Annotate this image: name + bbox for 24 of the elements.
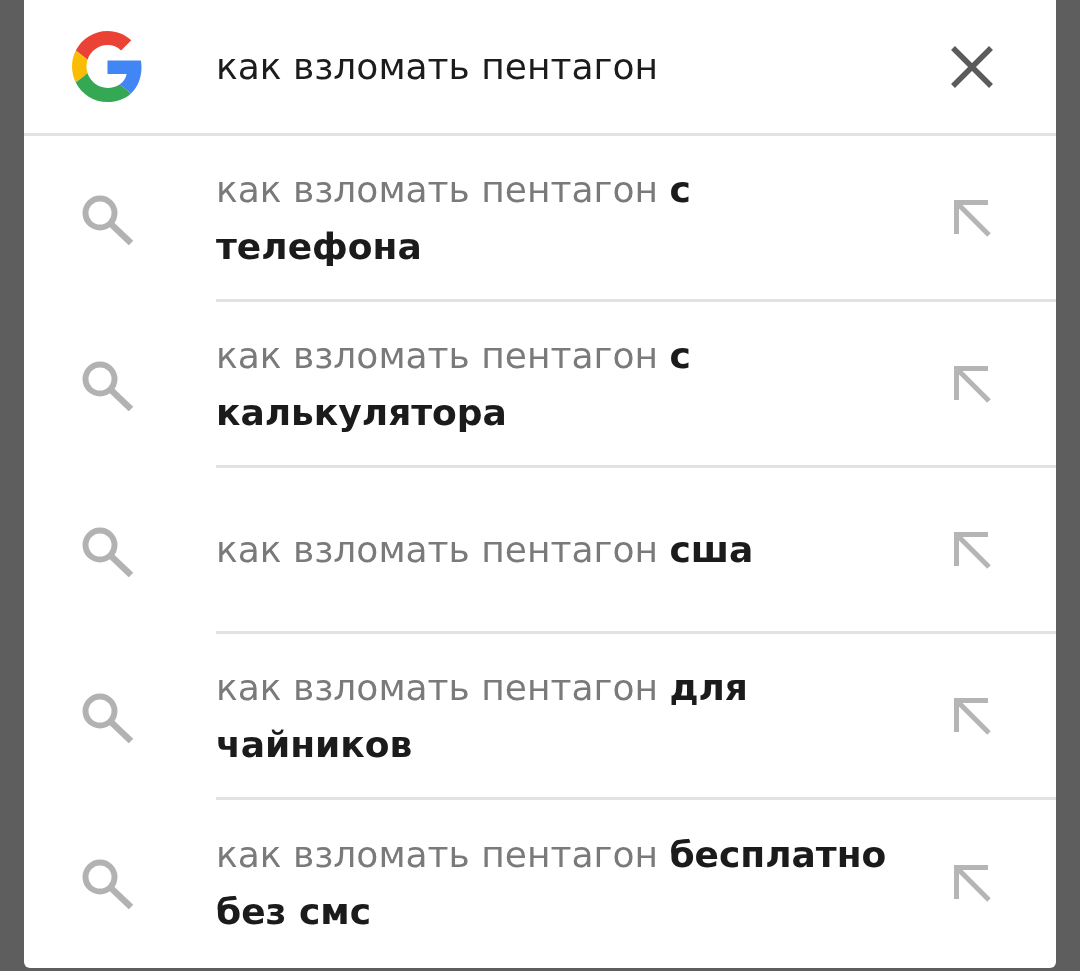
arrow-up-left-icon <box>952 363 992 404</box>
search-icon <box>80 857 134 909</box>
insert-suggestion-button[interactable] <box>952 197 992 238</box>
insert-suggestion-button[interactable] <box>952 529 992 570</box>
search-field[interactable]: как взломать пентагон <box>216 36 920 97</box>
suggestion-text[interactable]: как взломать пентагон сша <box>216 521 896 578</box>
search-icon <box>80 359 134 411</box>
suggestion-text[interactable]: как взломать пентагон для чайников <box>216 658 896 773</box>
arrow-up-left-icon <box>952 863 992 903</box>
close-icon <box>950 44 994 89</box>
search-icon <box>80 193 134 245</box>
arrow-up-left-icon <box>952 529 992 570</box>
suggestion-text[interactable]: как взломать пентагон с телефона <box>216 160 896 275</box>
insert-suggestion-button[interactable] <box>952 363 992 404</box>
arrow-up-left-icon <box>952 695 992 736</box>
g-logo-icon <box>72 31 143 102</box>
arrow-up-left-icon <box>952 197 992 238</box>
insert-suggestion-button[interactable] <box>952 863 992 903</box>
insert-suggestion-button[interactable] <box>952 695 992 736</box>
suggestion-text[interactable]: как взломать пентагон бесплатно без смс <box>216 826 896 940</box>
search-icon <box>80 525 134 577</box>
close-button[interactable] <box>950 44 994 89</box>
search-icon <box>80 691 134 743</box>
suggestion-text[interactable]: как взломать пентагон с калькулятора <box>216 326 896 441</box>
